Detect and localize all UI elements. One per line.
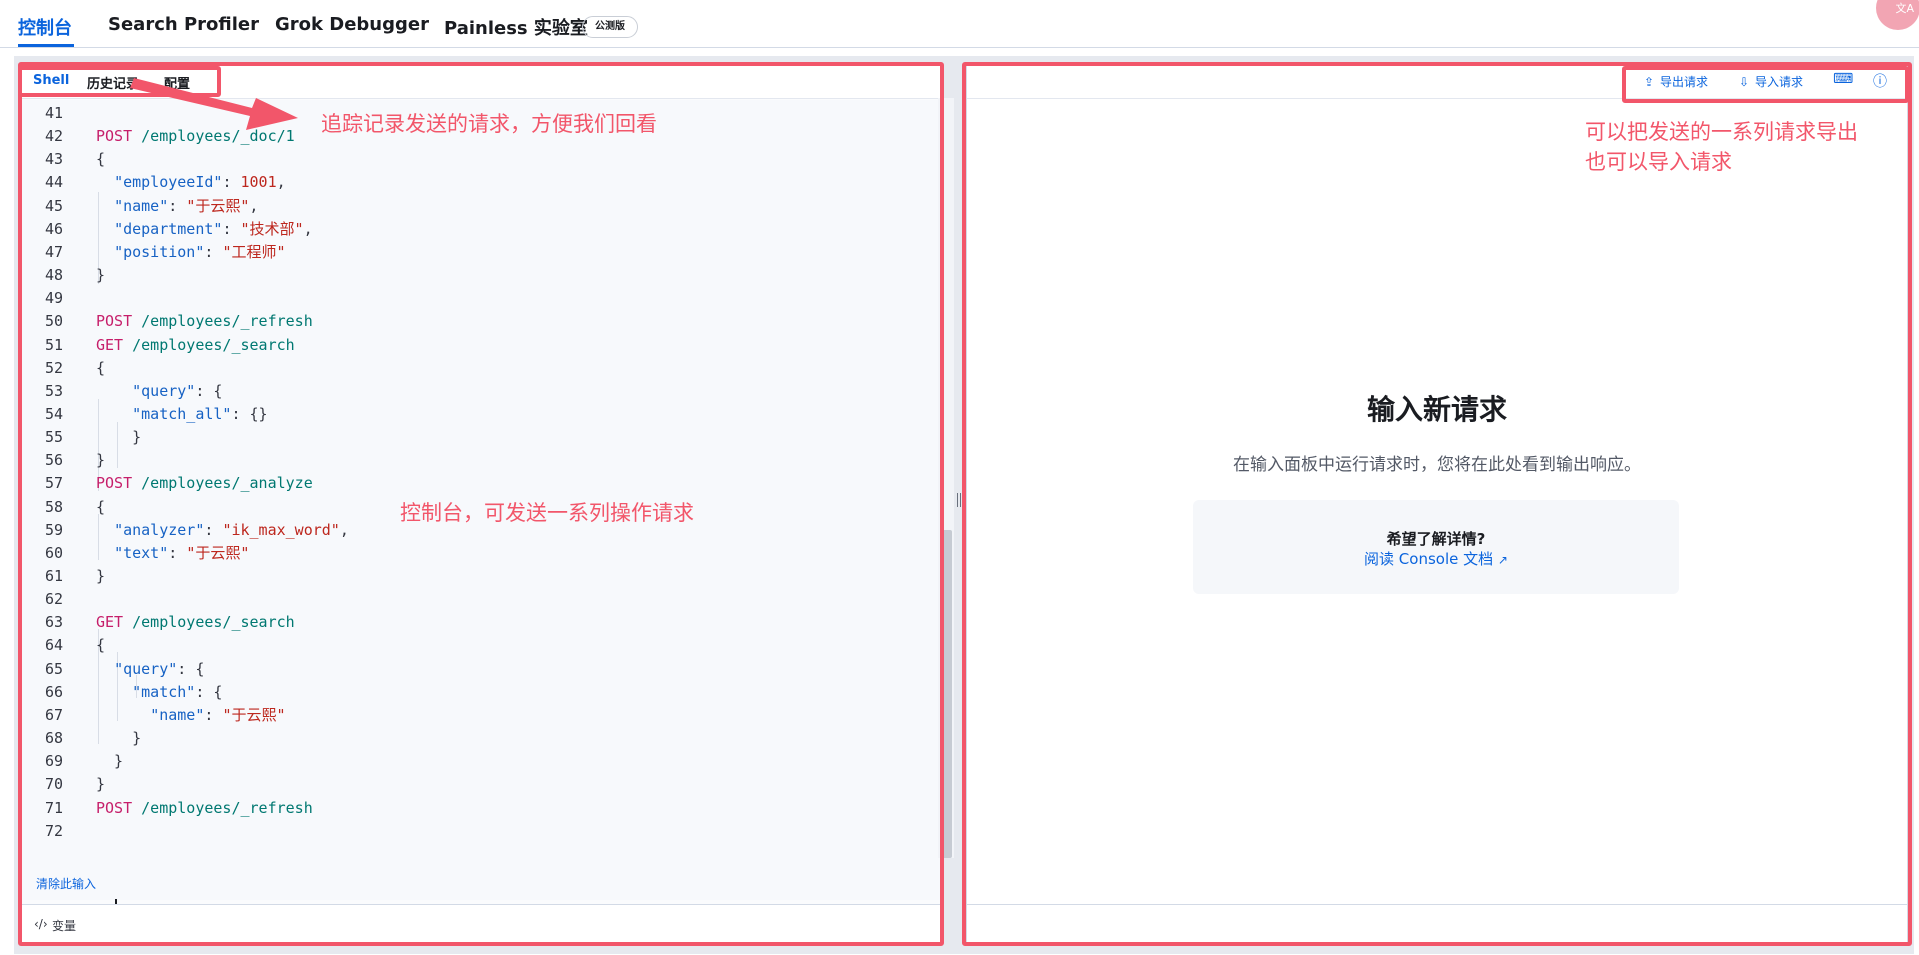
tab-grok-debugger[interactable]: Grok Debugger [275, 14, 429, 35]
annotation-export-note-line2: 也可以导入请求 [1585, 150, 1732, 174]
annotation-history-note: 追踪记录发送的请求，方便我们回看 [321, 112, 657, 136]
tab-painless-lab[interactable]: Painless 实验室 [444, 14, 588, 40]
annotation-box-right-panel [962, 62, 1912, 946]
annotation-box-toolbar [1622, 66, 1909, 103]
tab-console[interactable]: 控制台 [18, 14, 72, 40]
annotation-export-note-line1: 可以把发送的一系列请求导出 [1585, 120, 1858, 144]
active-tab-underline [18, 44, 74, 47]
annotation-arrow [130, 78, 298, 130]
tab-search-profiler[interactable]: Search Profiler [108, 14, 259, 35]
panel-resizer-handle[interactable] [957, 493, 961, 507]
annotation-console-note: 控制台，可发送一系列操作请求 [400, 501, 694, 525]
beta-badge: 公测版 [582, 16, 638, 38]
top-tab-bar: 控制台 Search Profiler Grok Debugger Painle… [0, 0, 1919, 48]
